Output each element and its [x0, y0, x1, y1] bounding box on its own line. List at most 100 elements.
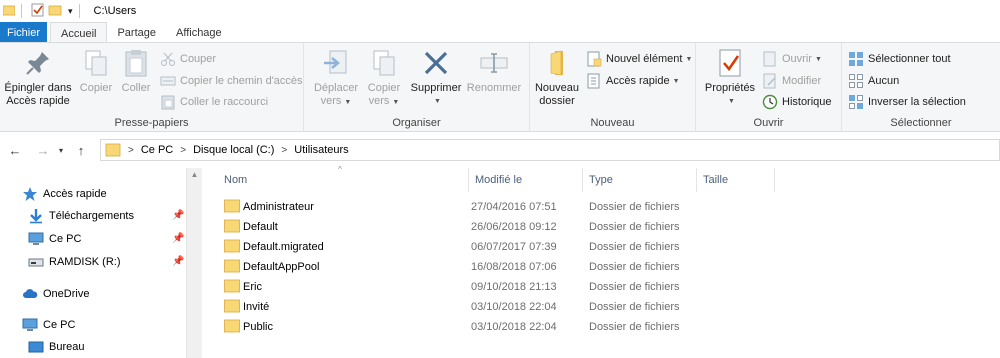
recent-locations-chevron-icon[interactable]: ▾ [52, 146, 70, 155]
download-arrow-icon [30, 209, 42, 224]
table-row[interactable]: Eric 09/10/2018 21:13 Dossier de fichier… [218, 277, 688, 297]
window-title: C:\Users [93, 5, 137, 17]
pin-icon: 📌 [172, 256, 185, 267]
select-none-button[interactable]: Aucun [848, 71, 899, 91]
select-group: Sélectionner tout Aucun Inverser la séle… [842, 43, 1000, 132]
invert-selection-icon [849, 95, 863, 109]
pin-icon: 📌 [172, 233, 185, 244]
breadcrumb-this-pc[interactable]: Ce PC [141, 144, 173, 156]
dropdown-arrow-icon: ▼ [814, 55, 822, 63]
history-button[interactable]: Historique [762, 92, 832, 112]
select-all-button[interactable]: Sélectionner tout [848, 49, 951, 69]
properties-check-icon[interactable] [31, 3, 45, 20]
nav-item-onedrive[interactable]: OneDrive [22, 284, 89, 304]
table-row[interactable]: Public 03/10/2018 22:04 Dossier de fichi… [218, 317, 688, 337]
desktop-icon [28, 341, 44, 353]
group-label: Presse-papiers [114, 117, 189, 129]
paste-shortcut-button[interactable]: Coller le raccourci [160, 92, 268, 112]
folder-icon [550, 50, 563, 76]
dropdown-arrow-icon: ▼ [728, 98, 735, 105]
history-icon [762, 94, 778, 110]
copy-to-icon [373, 50, 395, 76]
column-header-type[interactable]: Type [583, 168, 697, 192]
nav-item-this-pc[interactable]: Ce PC [28, 229, 81, 249]
file-list: ^ Nom Modifié le Type Taille Administrat… [218, 165, 1000, 358]
edit-button[interactable]: Modifier [762, 71, 821, 91]
move-to-button[interactable]: Déplacer vers ▼ [310, 47, 362, 109]
folder-icon[interactable] [2, 4, 16, 19]
copy-path-icon [160, 76, 176, 86]
delete-button[interactable]: Supprimer ▼ [408, 47, 464, 108]
table-row[interactable]: Default 26/06/2018 09:12 Dossier de fich… [218, 217, 688, 237]
open-button[interactable]: Ouvrir ▼ [762, 49, 822, 69]
table-row[interactable]: Default.migrated 06/07/2017 07:39 Dossie… [218, 237, 688, 257]
rename-icon [480, 53, 508, 73]
table-row[interactable]: DefaultAppPool 16/08/2018 07:06 Dossier … [218, 257, 688, 277]
edit-icon [763, 73, 776, 89]
pin-quick-access-button[interactable]: Épingler dans Accès rapide [2, 47, 74, 108]
paste-shortcut-icon [161, 95, 175, 110]
invert-selection-button[interactable]: Inverser la sélection [848, 92, 966, 112]
breadcrumb-chevron-icon[interactable]: > [281, 145, 287, 156]
nav-pane-scrollbar[interactable]: ▲ [186, 168, 202, 358]
new-group: Nouveau dossier Nouvel élément ▼ Accès ra… [530, 43, 696, 132]
customize-dropdown-icon[interactable]: ▾ [68, 6, 73, 17]
nav-item-this-pc-root[interactable]: Ce PC [22, 315, 75, 335]
divider [78, 4, 80, 18]
rename-button[interactable]: Renommer [464, 47, 524, 95]
group-label: Sélectionner [890, 117, 952, 129]
organize-group: Déplacer vers ▼ Copier vers ▼ Supprimer ▼ … [304, 43, 530, 132]
copy-to-button[interactable]: Copier vers ▼ [362, 47, 406, 109]
folder-icon [224, 199, 240, 213]
column-header-name[interactable]: ^ Nom [218, 165, 469, 192]
cut-button[interactable]: Couper [160, 49, 216, 69]
folder-icon [224, 319, 240, 333]
column-header-size[interactable]: Taille [697, 168, 775, 192]
new-folder-icon[interactable] [48, 3, 62, 20]
address-bar[interactable]: > Ce PC > Disque local (C:) > Utilisateu… [100, 139, 1000, 161]
breadcrumb-users[interactable]: Utilisateurs [294, 144, 348, 156]
nav-item-quick-access[interactable]: Accès rapide [22, 184, 107, 204]
tab-share[interactable]: Partage [107, 22, 166, 43]
breadcrumb-local-disk[interactable]: Disque local (C:) [193, 144, 274, 156]
folder-icon [105, 143, 121, 157]
tab-view[interactable]: Affichage [166, 22, 232, 43]
tab-file[interactable]: Fichier [0, 22, 47, 43]
paste-button[interactable]: Coller [116, 47, 156, 95]
folder-icon [224, 279, 240, 293]
up-arrow-icon[interactable]: ↑ [72, 143, 90, 158]
move-to-icon [324, 50, 347, 74]
easy-access-button[interactable]: Accès rapide ▼ [586, 71, 680, 91]
title-bar: ▾ C:\Users [0, 0, 1000, 22]
column-header-modified[interactable]: Modifié le [469, 168, 583, 192]
divider [21, 4, 22, 18]
clipboard-group: Épingler dans Accès rapide Copier Coller… [0, 43, 304, 132]
nav-item-downloads[interactable]: Téléchargements [28, 206, 134, 226]
new-item-icon [587, 51, 602, 67]
cloud-icon [23, 289, 38, 298]
new-item-button[interactable]: Nouvel élément ▼ [586, 49, 692, 69]
properties-button[interactable]: Propriétés ▼ [702, 47, 758, 108]
group-label: Organiser [392, 117, 441, 129]
ribbon: Épingler dans Accès rapide Copier Coller… [0, 42, 1000, 132]
group-label: Nouveau [590, 117, 635, 129]
pin-icon: 📌 [172, 210, 185, 221]
breadcrumb-chevron-icon[interactable]: > [180, 145, 186, 156]
table-row[interactable]: Invité 03/10/2018 22:04 Dossier de fichi… [218, 297, 688, 317]
folder-icon [224, 219, 240, 233]
forward-arrow-icon[interactable]: → [34, 143, 52, 158]
copy-path-button[interactable]: Copier le chemin d'accès [160, 71, 303, 91]
nav-item-ramdisk[interactable]: RAMDISK (R:) [28, 252, 121, 272]
scissors-icon [161, 52, 175, 66]
dropdown-arrow-icon: ▼ [672, 77, 680, 85]
new-folder-button[interactable]: Nouveau dossier [532, 47, 582, 108]
table-row[interactable]: Administrateur 27/04/2016 07:51 Dossier … [218, 197, 688, 217]
copy-button[interactable]: Copier [76, 47, 116, 95]
tab-home[interactable]: Accueil [50, 22, 108, 44]
back-arrow-icon[interactable]: ← [6, 143, 24, 158]
breadcrumb-chevron-icon[interactable]: > [128, 145, 134, 156]
ribbon-tabs: Fichier Accueil Partage Affichage [0, 22, 1000, 44]
folder-icon [224, 239, 240, 253]
nav-item-desktop[interactable]: Bureau [28, 337, 84, 357]
scroll-up-icon[interactable]: ▲ [187, 168, 202, 179]
